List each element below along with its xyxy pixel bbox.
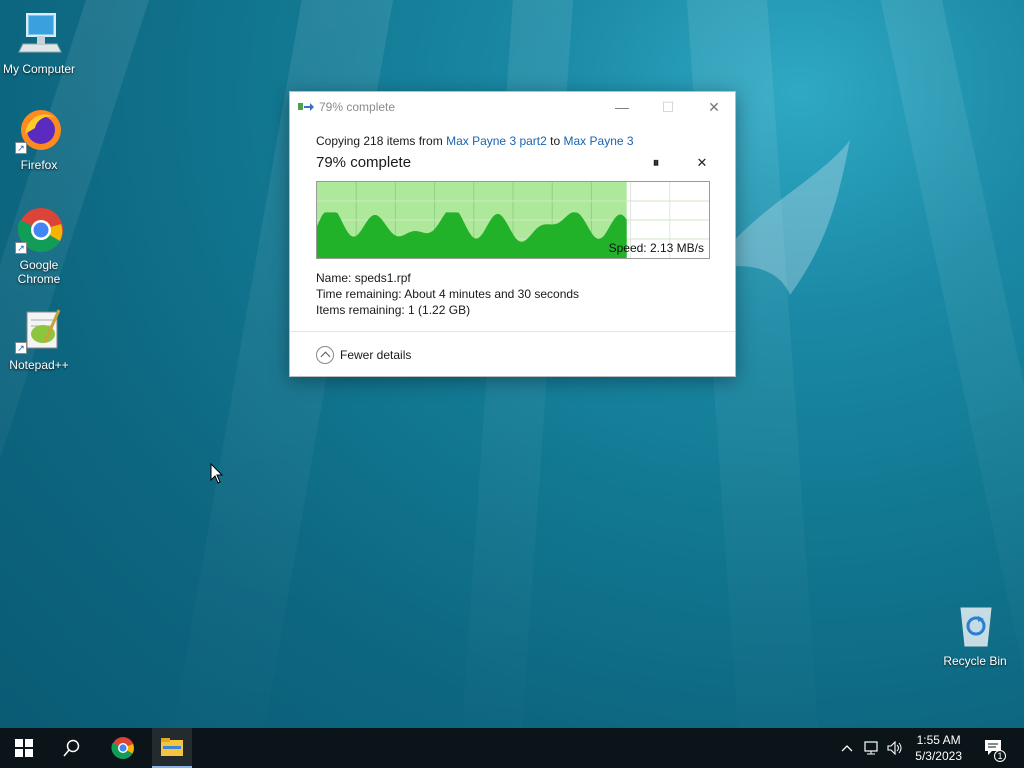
detail-name-value: speds1.rpf bbox=[354, 271, 411, 285]
pause-button[interactable]: ⏸ bbox=[648, 155, 664, 171]
copy-summary-to: to bbox=[550, 134, 561, 148]
notepad-plus-plus-icon: ↗ bbox=[15, 306, 63, 354]
clock-date: 5/3/2023 bbox=[915, 749, 962, 763]
taskbar-chrome[interactable] bbox=[99, 728, 147, 768]
copy-details: Name: speds1.rpf Time remaining: About 4… bbox=[316, 270, 579, 318]
close-button[interactable]: ✕ bbox=[691, 92, 737, 122]
chevron-up-icon bbox=[316, 346, 334, 364]
desktop-icon-label: Recycle Bin bbox=[943, 654, 1007, 668]
detail-items-row: Items remaining: 1 (1.22 GB) bbox=[316, 302, 579, 318]
detail-time-row: Time remaining: About 4 minutes and 30 s… bbox=[316, 286, 579, 302]
fewer-details-label: Fewer details bbox=[340, 348, 412, 362]
speed-label: Speed: 2.13 MB/s bbox=[608, 241, 704, 255]
desktop-icon-label: My Computer bbox=[2, 62, 76, 76]
file-explorer-icon bbox=[161, 738, 183, 756]
copy-progress-icon bbox=[298, 103, 314, 111]
shortcut-arrow-icon: ↗ bbox=[15, 342, 27, 354]
desktop-icon-label: Google Chrome bbox=[17, 258, 61, 286]
dialog-divider bbox=[290, 331, 735, 332]
detail-time-label: Time remaining: bbox=[316, 287, 402, 301]
chrome-icon: ↗ bbox=[15, 206, 63, 254]
shortcut-arrow-icon: ↗ bbox=[15, 242, 27, 254]
desktop-icon-google-chrome[interactable]: ↗ Google Chrome bbox=[1, 206, 77, 286]
firefox-icon: ↗ bbox=[15, 106, 63, 154]
network-button[interactable] bbox=[860, 728, 882, 768]
desktop-icon-firefox[interactable]: ↗ Firefox bbox=[1, 106, 77, 172]
detail-name-row: Name: speds1.rpf bbox=[316, 270, 579, 286]
desktop-icon-label: Notepad++ bbox=[9, 358, 69, 372]
computer-icon bbox=[15, 10, 63, 58]
volume-button[interactable] bbox=[884, 728, 906, 768]
detail-items-label: Items remaining: bbox=[316, 303, 405, 317]
maximize-icon: ☐ bbox=[661, 99, 675, 115]
mouse-cursor-icon bbox=[210, 463, 224, 484]
dialog-titlebar[interactable]: 79% complete — ☐ ✕ bbox=[290, 92, 735, 122]
minimize-button[interactable]: — bbox=[599, 92, 645, 122]
recycle-bin-icon bbox=[951, 602, 999, 650]
destination-folder-link[interactable]: Max Payne 3 bbox=[564, 134, 634, 148]
windows-logo-icon bbox=[15, 739, 33, 757]
taskbar: 1:55 AM 5/3/2023 1 bbox=[0, 728, 1024, 768]
desktop-icon-label: Firefox bbox=[20, 158, 58, 172]
minimize-icon: — bbox=[615, 99, 629, 115]
detail-items-value: 1 (1.22 GB) bbox=[408, 303, 471, 317]
detail-time-value: About 4 minutes and 30 seconds bbox=[404, 287, 580, 301]
pause-icon: ⏸ bbox=[652, 155, 660, 170]
chevron-up-icon bbox=[841, 745, 853, 752]
dialog-title: 79% complete bbox=[319, 100, 396, 114]
taskbar-clock[interactable]: 1:55 AM 5/3/2023 bbox=[915, 732, 962, 764]
desktop-icon-notepad-plus-plus[interactable]: ↗ Notepad++ bbox=[1, 306, 77, 372]
desktop-icon-recycle-bin[interactable]: Recycle Bin bbox=[937, 602, 1013, 668]
notification-center-button[interactable]: 1 bbox=[976, 728, 1012, 768]
search-icon bbox=[63, 739, 80, 757]
copy-summary-prefix: Copying 218 items from bbox=[316, 134, 443, 148]
transfer-speed-graph: Speed: 2.13 MB/s bbox=[316, 181, 710, 259]
source-folder-link[interactable]: Max Payne 3 part2 bbox=[446, 134, 547, 148]
clock-time: 1:55 AM bbox=[916, 733, 961, 747]
detail-name-label: Name: bbox=[316, 271, 352, 285]
show-hidden-icons-button[interactable] bbox=[836, 728, 858, 768]
close-icon: ✕ bbox=[708, 99, 720, 115]
start-button[interactable] bbox=[0, 728, 48, 768]
copy-summary: Copying 218 items from Max Payne 3 part2… bbox=[316, 134, 709, 148]
shortcut-arrow-icon: ↗ bbox=[15, 142, 27, 154]
notification-count-badge: 1 bbox=[994, 750, 1006, 762]
volume-icon bbox=[887, 741, 902, 755]
desktop-icon-my-computer[interactable]: My Computer bbox=[1, 10, 77, 76]
cancel-button[interactable]: ✕ bbox=[694, 155, 710, 171]
search-button[interactable] bbox=[48, 728, 96, 768]
taskbar-file-explorer[interactable] bbox=[152, 728, 192, 768]
maximize-button: ☐ bbox=[645, 92, 691, 122]
chrome-icon bbox=[111, 737, 134, 759]
network-icon bbox=[864, 741, 878, 755]
cancel-icon: ✕ bbox=[696, 155, 708, 170]
fewer-details-button[interactable]: Fewer details bbox=[316, 346, 411, 364]
copy-progress-dialog: 79% complete — ☐ ✕ Copying 218 items fro… bbox=[289, 91, 736, 377]
